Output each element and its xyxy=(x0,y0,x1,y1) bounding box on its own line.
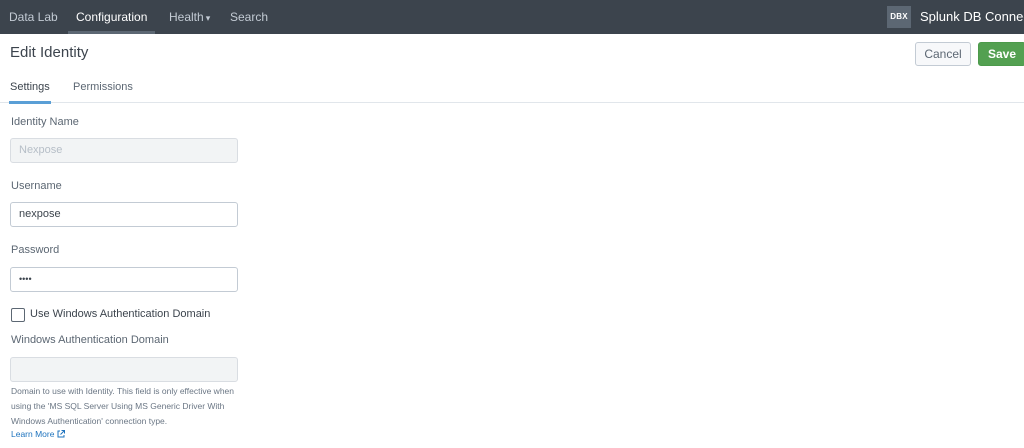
app-name[interactable]: Splunk DB Connect xyxy=(920,0,1024,34)
windows-auth-checkbox-label[interactable]: Use Windows Authentication Domain xyxy=(30,308,210,320)
tab-bar: Settings Permissions xyxy=(0,76,1024,104)
windows-domain-help-text: Domain to use with Identity. This field … xyxy=(11,386,235,426)
nav-item-health-label: Health xyxy=(169,10,204,24)
cancel-button[interactable]: Cancel xyxy=(915,42,971,66)
username-label: Username xyxy=(11,180,62,192)
username-input[interactable]: nexpose xyxy=(10,202,238,227)
tab-permissions[interactable]: Permissions xyxy=(73,76,133,103)
password-input[interactable]: •••• xyxy=(10,267,238,292)
top-navigation-bar: Data Lab Configuration Health ▾ Search DB… xyxy=(0,0,1024,34)
learn-more-label: Learn More xyxy=(11,429,55,439)
nav-item-data-lab[interactable]: Data Lab xyxy=(9,0,58,34)
save-button[interactable]: Save xyxy=(978,42,1024,66)
windows-auth-checkbox[interactable] xyxy=(11,308,25,322)
identity-name-label: Identity Name xyxy=(11,116,79,128)
password-label: Password xyxy=(11,244,60,256)
app-logo-badge[interactable]: DBX xyxy=(887,6,911,28)
page-title: Edit Identity xyxy=(10,44,89,61)
nav-item-health[interactable]: Health ▾ xyxy=(169,0,210,34)
external-link-icon xyxy=(57,429,66,440)
chevron-down-icon: ▾ xyxy=(205,13,211,23)
nav-item-search[interactable]: Search xyxy=(230,0,268,34)
learn-more-link[interactable]: Learn More xyxy=(11,429,66,440)
identity-name-input: Nexpose xyxy=(10,138,238,163)
nav-item-configuration[interactable]: Configuration xyxy=(67,0,156,34)
tab-settings[interactable]: Settings xyxy=(9,76,51,104)
windows-domain-input xyxy=(10,357,238,382)
windows-domain-label: Windows Authentication Domain xyxy=(11,334,169,346)
